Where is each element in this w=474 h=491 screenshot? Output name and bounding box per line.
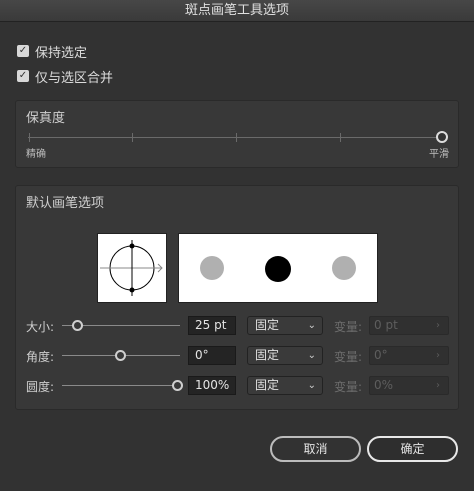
angle-variation-input: 0° › bbox=[369, 346, 449, 365]
preview-dot-min bbox=[200, 256, 224, 280]
size-mode-value: 固定 bbox=[255, 318, 280, 332]
fidelity-tick bbox=[132, 133, 133, 142]
fidelity-slider-thumb[interactable] bbox=[436, 131, 448, 143]
size-variation-label: 变量: bbox=[334, 320, 363, 334]
chevron-right-icon: › bbox=[436, 380, 440, 391]
ok-button[interactable]: 确定 bbox=[367, 436, 458, 462]
roundness-mode-value: 固定 bbox=[255, 378, 280, 392]
merge-only-selection-label: 仅与选区合并 bbox=[35, 70, 114, 86]
roundness-variation-label: 变量: bbox=[334, 380, 363, 394]
roundness-mode-select[interactable]: 固定 ⌄ bbox=[247, 376, 323, 395]
fidelity-smooth-label: 平滑 bbox=[429, 149, 449, 160]
brush-size-preview bbox=[178, 233, 378, 303]
preview-dot-max bbox=[332, 256, 356, 280]
roundness-variation-value: 0% bbox=[374, 378, 394, 392]
fidelity-panel bbox=[15, 100, 459, 168]
chevron-down-icon: ⌄ bbox=[307, 380, 316, 391]
brush-angle-preview-graphic bbox=[100, 240, 163, 296]
size-slider-thumb[interactable] bbox=[72, 320, 83, 331]
chevron-right-icon: › bbox=[436, 320, 440, 331]
angle-slider-thumb[interactable] bbox=[115, 350, 126, 361]
size-mode-select[interactable]: 固定 ⌄ bbox=[247, 316, 323, 335]
roundness-slider-track[interactable] bbox=[62, 385, 180, 386]
keep-selected-label: 保持选定 bbox=[35, 45, 88, 61]
angle-mode-value: 固定 bbox=[255, 348, 280, 362]
size-label: 大小: bbox=[26, 320, 55, 334]
window-title: 斑点画笔工具选项 bbox=[0, 0, 474, 22]
size-value-input[interactable]: 25 pt bbox=[188, 316, 236, 335]
size-variation-value: 0 pt bbox=[374, 318, 398, 332]
angle-variation-value: 0° bbox=[374, 348, 388, 362]
preview-dot-current bbox=[265, 256, 291, 282]
angle-variation-label: 变量: bbox=[334, 350, 363, 364]
merge-only-selection-option[interactable]: ✓ 仅与选区合并 bbox=[17, 68, 114, 86]
roundness-slider-thumb[interactable] bbox=[172, 380, 183, 391]
roundness-label: 圆度: bbox=[26, 380, 55, 394]
roundness-variation-input: 0% › bbox=[369, 376, 449, 395]
cancel-button[interactable]: 取消 bbox=[270, 436, 361, 462]
angle-value-input[interactable]: 0° bbox=[188, 346, 236, 365]
fidelity-slider-track[interactable] bbox=[28, 137, 438, 138]
angle-label: 角度: bbox=[26, 350, 55, 364]
fidelity-title: 保真度 bbox=[26, 111, 66, 126]
brush-options-title: 默认画笔选项 bbox=[26, 196, 105, 211]
fidelity-tick bbox=[340, 133, 341, 142]
fidelity-tick bbox=[236, 133, 237, 142]
size-variation-input: 0 pt › bbox=[369, 316, 449, 335]
keep-selected-option[interactable]: ✓ 保持选定 bbox=[17, 43, 88, 61]
chevron-right-icon: › bbox=[436, 350, 440, 361]
brush-angle-preview[interactable] bbox=[97, 233, 167, 303]
angle-mode-select[interactable]: 固定 ⌄ bbox=[247, 346, 323, 365]
fidelity-tick bbox=[29, 133, 30, 142]
chevron-down-icon: ⌄ bbox=[307, 320, 316, 331]
keep-selected-checkbox[interactable]: ✓ bbox=[17, 45, 29, 57]
roundness-value-input[interactable]: 100% bbox=[188, 376, 236, 395]
chevron-down-icon: ⌄ bbox=[307, 350, 316, 361]
merge-only-selection-checkbox[interactable]: ✓ bbox=[17, 70, 29, 82]
fidelity-accurate-label: 精确 bbox=[26, 149, 46, 160]
